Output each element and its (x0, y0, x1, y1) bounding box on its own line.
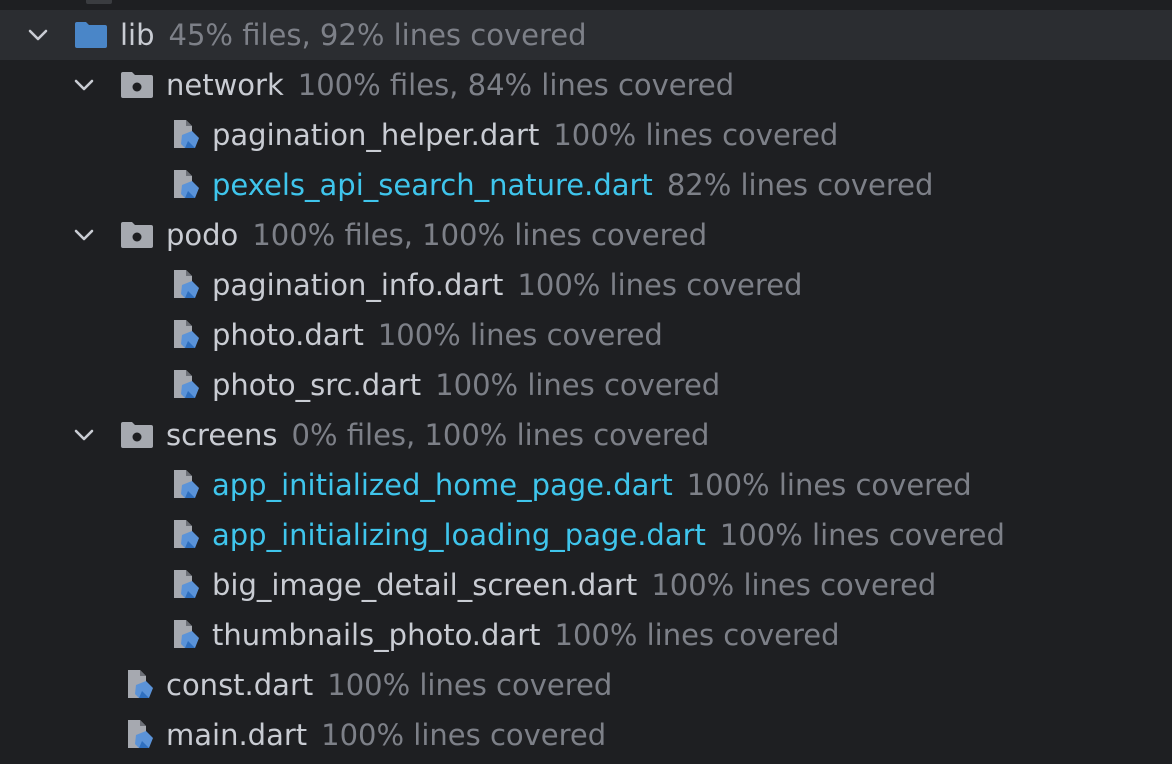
dart-file-icon (174, 570, 199, 598)
tree-node-podo[interactable]: podo 100% files, 100% lines covered (0, 210, 1172, 260)
file-name: pagination_helper.dart (212, 118, 540, 152)
coverage-summary: 82% lines covered (666, 168, 934, 202)
coverage-summary: 100% lines covered (327, 668, 613, 702)
coverage-summary: 100% lines covered (435, 368, 721, 402)
folder-icon (75, 22, 107, 48)
file-name: app_initialized_home_page.dart (212, 468, 673, 502)
coverage-summary: 100% files, 100% lines covered (252, 218, 708, 252)
tree-file-app-initializing-loading-page[interactable]: app_initializing_loading_page.dart 100% l… (0, 510, 1172, 560)
coverage-summary: 45% files, 92% lines covered (168, 18, 587, 52)
file-name: const.dart (166, 668, 314, 702)
node-name: lib (120, 18, 155, 52)
file-name: photo_src.dart (212, 368, 422, 402)
tree-file-pagination-info[interactable]: pagination_info.dart 100% lines covered (0, 260, 1172, 310)
coverage-summary: 100% lines covered (686, 468, 972, 502)
file-name: main.dart (166, 718, 308, 752)
package-folder-icon (121, 72, 153, 98)
tree-file-main[interactable]: main.dart 100% lines covered (0, 710, 1172, 760)
node-name: podo (166, 218, 239, 252)
tree-file-photo-src[interactable]: photo_src.dart 100% lines covered (0, 360, 1172, 410)
dart-file-icon (128, 720, 153, 748)
tree-file-photo[interactable]: photo.dart 100% lines covered (0, 310, 1172, 360)
package-folder-icon (121, 422, 153, 448)
dart-file-icon (174, 470, 199, 498)
tree-node-network[interactable]: network 100% files, 84% lines covered (0, 60, 1172, 110)
file-name: big_image_detail_screen.dart (212, 568, 638, 602)
dart-file-icon (174, 370, 199, 398)
file-name: app_initializing_loading_page.dart (212, 518, 706, 552)
dart-file-icon (174, 320, 199, 348)
chevron-down-icon[interactable] (72, 73, 96, 97)
dart-file-icon (174, 520, 199, 548)
coverage-summary: 100% lines covered (553, 118, 839, 152)
coverage-summary: 0% files, 100% lines covered (291, 418, 710, 452)
chevron-down-icon[interactable] (72, 423, 96, 447)
tree-file-const[interactable]: const.dart 100% lines covered (0, 660, 1172, 710)
file-name: pexels_api_search_nature.dart (212, 168, 653, 202)
tree-node-screens[interactable]: screens 0% files, 100% lines covered (0, 410, 1172, 460)
coverage-summary: 100% lines covered (377, 318, 663, 352)
coverage-summary: 100% lines covered (321, 718, 607, 752)
tree-node-lib[interactable]: lib 45% files, 92% lines covered (0, 10, 1172, 60)
tree-file-pagination-helper[interactable]: pagination_helper.dart 100% lines covered (0, 110, 1172, 160)
dart-file-icon (174, 120, 199, 148)
file-name: pagination_info.dart (212, 268, 504, 302)
tree-file-app-initialized-home-page[interactable]: app_initialized_home_page.dart 100% lines… (0, 460, 1172, 510)
coverage-summary: 100% lines covered (554, 618, 840, 652)
coverage-summary: 100% lines covered (719, 518, 1005, 552)
coverage-tree[interactable]: lib 45% files, 92% lines covered network 1… (0, 10, 1172, 760)
dart-file-icon (174, 270, 199, 298)
chevron-down-icon[interactable] (72, 223, 96, 247)
coverage-summary: 100% files, 84% lines covered (297, 68, 735, 102)
coverage-summary: 100% lines covered (651, 568, 937, 602)
dart-file-icon (128, 670, 153, 698)
coverage-summary: 100% lines covered (517, 268, 803, 302)
tree-file-thumbnails-photo[interactable]: thumbnails_photo.dart 100% lines covered (0, 610, 1172, 660)
tree-file-pexels-api-search-nature[interactable]: pexels_api_search_nature.dart 82% lines c… (0, 160, 1172, 210)
node-name: screens (166, 418, 278, 452)
scroll-remnant (0, 0, 1172, 10)
chevron-down-icon[interactable] (26, 23, 50, 47)
node-name: network (166, 68, 284, 102)
dart-file-icon (174, 170, 199, 198)
dart-file-icon (174, 620, 199, 648)
file-name: thumbnails_photo.dart (212, 618, 541, 652)
file-name: photo.dart (212, 318, 364, 352)
tree-file-big-image-detail-screen[interactable]: big_image_detail_screen.dart 100% lines c… (0, 560, 1172, 610)
package-folder-icon (121, 222, 153, 248)
